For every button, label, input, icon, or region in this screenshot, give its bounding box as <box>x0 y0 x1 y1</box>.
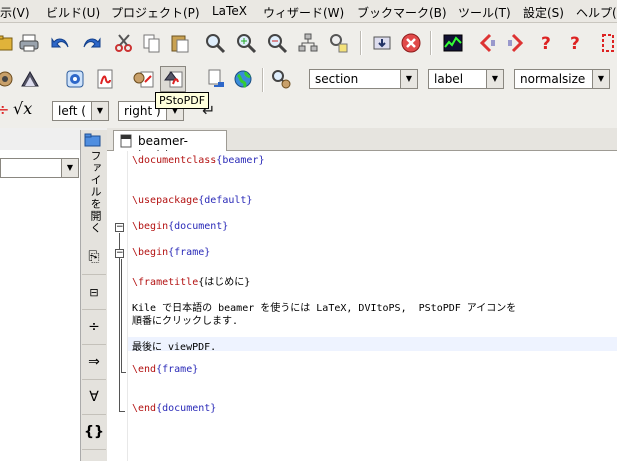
menu-view[interactable]: 示(V) <box>0 4 30 21</box>
toolbar-separator <box>360 31 362 55</box>
copy-icon[interactable] <box>139 30 165 56</box>
section-combo[interactable]: section ▼ <box>309 69 418 89</box>
code-line: \documentclass{beamer} <box>132 155 265 166</box>
view-dvi-icon[interactable] <box>62 66 88 92</box>
fold-toggle-frame[interactable]: − <box>115 249 124 258</box>
math-sqrt-icon[interactable]: √x <box>13 99 32 118</box>
font-size-combo[interactable]: normalsize ▼ <box>514 69 610 89</box>
sidebar-copy-icon[interactable]: ⎘ <box>82 240 106 275</box>
paste-icon[interactable] <box>167 30 193 56</box>
redo-icon[interactable] <box>78 30 104 56</box>
svg-text:?: ? <box>541 34 551 54</box>
fold-gutter: − − <box>107 151 128 461</box>
structure-icon[interactable] <box>295 30 321 56</box>
code-line: \begin{document} <box>132 221 229 232</box>
file-path-combo[interactable]: ▼ <box>0 158 79 178</box>
label-combo-value: label <box>434 72 464 86</box>
stop-icon[interactable] <box>398 30 424 56</box>
math-fraction-icon[interactable]: ÷ <box>0 100 9 119</box>
view-pdf-icon[interactable] <box>92 66 118 92</box>
print-icon[interactable] <box>16 30 42 56</box>
code-line: \frametitle{はじめに} <box>132 277 251 288</box>
next-error-icon[interactable] <box>503 30 529 56</box>
dvitops-icon[interactable] <box>131 66 157 92</box>
quick-build-icon[interactable] <box>0 66 18 92</box>
toolbar-separator <box>262 68 264 92</box>
spellcheck-icon[interactable] <box>326 30 352 56</box>
tab-open-file[interactable]: ファイルを開く <box>85 150 103 234</box>
sidebar-arrows-icon[interactable]: ⇒ <box>82 345 106 380</box>
font-size-combo-value: normalsize <box>520 72 586 86</box>
editor-tab-bar: beamer-test.tex <box>107 128 617 162</box>
zoom-out-icon[interactable] <box>264 30 290 56</box>
code-line: \end{document} <box>132 403 217 414</box>
zoom-in-icon[interactable] <box>233 30 259 56</box>
math-toolbar: ÷ √x left ( ▼ right ) ▼ ↵ <box>0 97 617 128</box>
chevron-down-icon[interactable]: ▼ <box>61 159 78 177</box>
chevron-down-icon[interactable]: ▼ <box>486 70 503 88</box>
tab-beamer-test[interactable]: beamer-test.tex <box>113 130 227 162</box>
next-warning-icon[interactable]: ? <box>563 30 589 56</box>
compile-icon[interactable] <box>369 30 395 56</box>
menu-tools[interactable]: ツール(T) <box>458 4 511 21</box>
left-delimiter-value: left ( <box>58 104 86 118</box>
code-line: \begin{frame} <box>132 247 211 258</box>
sidebar-symbols-icon[interactable]: ∀ <box>82 380 106 415</box>
code-line: 最後に viewPDF. <box>132 342 217 353</box>
pstopdf-tooltip: PStoPDF <box>155 92 210 109</box>
sidebar-operators-icon[interactable]: ÷ <box>82 310 106 345</box>
statistics-icon[interactable] <box>440 30 466 56</box>
fold-line-end <box>121 372 126 373</box>
chevron-down-icon[interactable]: ▼ <box>400 70 417 88</box>
menu-help[interactable]: ヘルプ( <box>576 4 617 21</box>
menu-settings[interactable]: 設定(S) <box>523 4 564 21</box>
file-browser-panel <box>0 150 80 461</box>
label-combo[interactable]: label ▼ <box>428 69 504 89</box>
code-line: 順番にクリックします. <box>132 316 239 327</box>
document-icon <box>120 134 132 151</box>
chevron-down-icon[interactable]: ▼ <box>592 70 609 88</box>
side-tab-strip: ファイルを開く ⎘ ⊟ ÷ ⇒ ∀ {} <box>80 130 108 461</box>
menubar: 示(V) ビルド(U) プロジェクト(P) LaTeX ウィザード(W) ブック… <box>0 0 617 23</box>
toolbar-separator <box>430 31 432 55</box>
chevron-down-icon[interactable]: ▼ <box>91 102 108 120</box>
find-icon[interactable] <box>202 30 228 56</box>
pstopdf-icon[interactable] <box>160 66 186 92</box>
previous-warning-icon[interactable]: ? <box>534 30 560 56</box>
fold-toggle-document[interactable]: − <box>115 223 124 232</box>
fold-line-end <box>119 411 125 412</box>
sidebar-delimiters-icon[interactable]: {} <box>82 415 106 450</box>
menu-bookmark[interactable]: ブックマーク(B) <box>357 4 447 21</box>
svg-text:?: ? <box>570 34 580 54</box>
code-line: \usepackage{default} <box>132 195 253 206</box>
menu-project[interactable]: プロジェクト(P) <box>111 4 200 21</box>
code-line: \end{frame} <box>132 364 199 375</box>
fold-line <box>119 233 120 411</box>
view-html-icon[interactable] <box>230 66 256 92</box>
editor-text-area[interactable]: − − \documentclass{beamer} \usepackage{d… <box>107 151 617 461</box>
convert-to-html-icon[interactable] <box>204 66 230 92</box>
fold-line <box>121 259 122 372</box>
previous-error-icon[interactable] <box>474 30 500 56</box>
menu-latex[interactable]: LaTeX <box>212 4 247 18</box>
latex-icon[interactable] <box>17 66 43 92</box>
open-folder-icon[interactable] <box>84 132 102 151</box>
left-delimiter-combo[interactable]: left ( ▼ <box>52 101 109 121</box>
forward-search-icon[interactable] <box>268 66 294 92</box>
build-toolbar: section ▼ label ▼ normalsize ▼ <box>0 63 617 97</box>
section-combo-value: section <box>315 72 359 86</box>
main-toolbar: ? ? <box>0 23 617 63</box>
undo-icon[interactable] <box>48 30 74 56</box>
bad-box-icon[interactable] <box>595 30 617 56</box>
menu-build[interactable]: ビルド(U) <box>46 4 100 21</box>
sidebar-structure-icon[interactable]: ⊟ <box>82 275 106 310</box>
menu-wizard[interactable]: ウィザード(W) <box>263 4 344 21</box>
cut-icon[interactable] <box>111 30 137 56</box>
